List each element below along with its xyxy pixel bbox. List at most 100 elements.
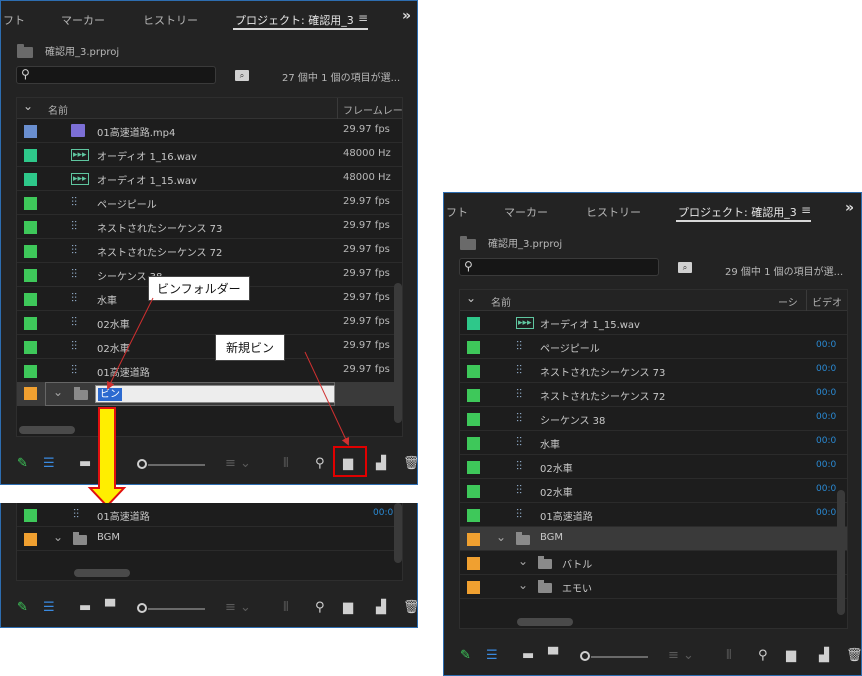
item-name: 水車 (540, 440, 560, 451)
item-name: バトル (562, 560, 593, 571)
timecode: 00:0 (816, 412, 837, 422)
label-swatch (467, 317, 480, 330)
project-panel-lower: ⫶⫶ 01高速道路 00:0 ⌄ BGM ✎ ☰ ▬ ▀ ≡ ⌄ ⦀ ⚲ ▆ ▟ 🗑 (0, 503, 418, 628)
horizontal-scrollbar[interactable] (74, 569, 130, 577)
folder-icon (516, 532, 530, 545)
project-list-lower: ⫶⫶ 01高速道路 00:0 ⌄ BGM (16, 503, 403, 581)
label-swatch (467, 341, 480, 354)
item-name: シーケンス 38 (540, 416, 606, 427)
folder-icon (538, 556, 552, 569)
new-bin-icon[interactable]: ▆ (343, 600, 353, 615)
find-icon[interactable]: ⌕ (678, 262, 692, 273)
active-tab-underline (676, 220, 811, 222)
expand-chevron-icon[interactable]: ⌄ (53, 530, 63, 544)
item-name: オーディオ 1_15.wav (540, 320, 640, 331)
timecode: 00:0 (373, 508, 394, 518)
zoom-slider[interactable] (148, 608, 205, 610)
sort-icon[interactable]: ≡ ⌄ (225, 600, 251, 615)
col-name[interactable]: 名前 (491, 294, 511, 309)
new-bin-icon[interactable]: ▆ (786, 648, 796, 663)
tab-history[interactable]: ヒストリー (586, 204, 641, 220)
icon-view-icon[interactable]: ▬ (522, 648, 534, 663)
label-swatch (467, 437, 480, 450)
list-item[interactable]: ⫶⫶ 01高速道路 00:0 (460, 503, 847, 527)
item-name: ネストされたシーケンス 72 (540, 392, 666, 403)
find-button-icon[interactable]: ⚲ (758, 648, 768, 663)
audio-clip-icon: ▸▸▸ (516, 317, 534, 329)
sequence-icon: ⫶⫶ (516, 339, 523, 353)
list-view-icon[interactable]: ☰ (486, 648, 498, 663)
find-button-icon[interactable]: ⚲ (315, 600, 325, 615)
vertical-scrollbar[interactable] (837, 490, 845, 615)
folder-icon (73, 532, 87, 545)
list-item[interactable]: ▸▸▸ オーディオ 1_15.wav (460, 311, 847, 335)
zoom-slider[interactable] (591, 656, 648, 658)
overflow-chevron-icon[interactable]: » (845, 200, 854, 216)
list-item[interactable]: ⌄ BGM (460, 527, 847, 551)
sequence-icon: ⫶⫶ (516, 363, 523, 377)
horizontal-scrollbar[interactable] (517, 618, 573, 626)
sequence-icon: ⫶⫶ (516, 507, 523, 521)
pen-icon[interactable]: ✎ (460, 648, 471, 663)
list-item[interactable]: ⌄ バトル (460, 551, 847, 575)
label-swatch (467, 413, 480, 426)
sort-chevron-icon[interactable]: ⌄ (466, 291, 476, 305)
col-media-duration[interactable]: ーシ (778, 294, 798, 309)
freeform-view-icon[interactable]: ▀ (548, 648, 558, 663)
tab-project[interactable]: プロジェクト: 確認用_3 (678, 204, 797, 220)
list-item[interactable]: ⫶⫶ シーケンス 38 00:0 (460, 407, 847, 431)
list-item[interactable]: ⫶⫶ 01高速道路 00:0 (17, 503, 402, 527)
new-item-icon[interactable]: ▟ (376, 600, 386, 615)
yellow-down-arrow (87, 407, 127, 508)
list-item[interactable]: ⫶⫶ 02水車 00:0 (460, 455, 847, 479)
list-header: ⌄ 名前 ーシ ビデオ (460, 290, 847, 311)
panel-toolbar: ✎ ☰ ▬ ▀ ≡ ⌄ ⦀ ⚲ ▆ ▟ 🗑 (444, 645, 861, 667)
sort-icon[interactable]: ≡ ⌄ (668, 648, 694, 663)
list-item[interactable]: ⫶⫶ ネストされたシーケンス 73 00:0 (460, 359, 847, 383)
timecode: 00:0 (816, 388, 837, 398)
expand-chevron-icon[interactable]: ⌄ (518, 578, 528, 592)
item-count: 29 個中 1 個の項目が選... (725, 267, 844, 278)
label-swatch (24, 509, 37, 522)
list-item[interactable]: ⌄ BGM (17, 527, 402, 551)
sequence-icon: ⫶⫶ (516, 411, 523, 425)
item-name: BGM (540, 532, 564, 543)
label-swatch (467, 557, 480, 570)
automate-icon[interactable]: ⦀ (283, 600, 289, 615)
trash-icon[interactable]: 🗑 (403, 600, 417, 615)
expand-chevron-icon[interactable]: ⌄ (518, 554, 528, 568)
list-view-icon[interactable]: ☰ (43, 600, 55, 615)
search-input[interactable]: ⚲ (459, 258, 659, 276)
automate-icon[interactable]: ⦀ (726, 648, 732, 663)
icon-view-icon[interactable]: ▬ (79, 600, 91, 615)
zoom-slider-knob[interactable] (580, 651, 590, 661)
label-swatch (24, 533, 37, 546)
label-swatch (467, 365, 480, 378)
list-item[interactable]: ⫶⫶ ネストされたシーケンス 72 00:0 (460, 383, 847, 407)
label-swatch (467, 461, 480, 474)
list-item[interactable]: ⌄ エモい (460, 575, 847, 599)
trash-icon[interactable]: 🗑 (846, 648, 861, 663)
expand-chevron-icon[interactable]: ⌄ (496, 530, 506, 544)
list-item[interactable]: ⫶⫶ 02水車 00:0 (460, 479, 847, 503)
timecode: 00:0 (816, 364, 837, 374)
new-item-icon[interactable]: ▟ (819, 648, 829, 663)
item-name: 01高速道路 (540, 512, 593, 523)
freeform-view-icon[interactable]: ▀ (105, 600, 115, 615)
timecode: 00:0 (816, 460, 837, 470)
pen-icon[interactable]: ✎ (17, 600, 28, 615)
sequence-icon: ⫶⫶ (516, 435, 523, 449)
label-swatch (467, 389, 480, 402)
list-item[interactable]: ⫶⫶ 水車 00:0 (460, 431, 847, 455)
zoom-slider-knob[interactable] (137, 603, 147, 613)
tab-effects[interactable]: フト (446, 204, 468, 220)
item-name: 01高速道路 (97, 512, 150, 523)
tab-markers[interactable]: マーカー (504, 204, 548, 220)
timecode: 00:0 (816, 436, 837, 446)
col-video[interactable]: ビデオ (812, 294, 842, 309)
item-name: ページピール (540, 344, 600, 355)
vertical-scrollbar[interactable] (394, 503, 402, 563)
panel-menu-icon[interactable]: ≡ (801, 203, 811, 217)
project-panel-right: フト マーカー ヒストリー プロジェクト: 確認用_3 ≡ » 確認用_3.pr… (443, 192, 862, 676)
list-item[interactable]: ⫶⫶ ページピール 00:0 (460, 335, 847, 359)
